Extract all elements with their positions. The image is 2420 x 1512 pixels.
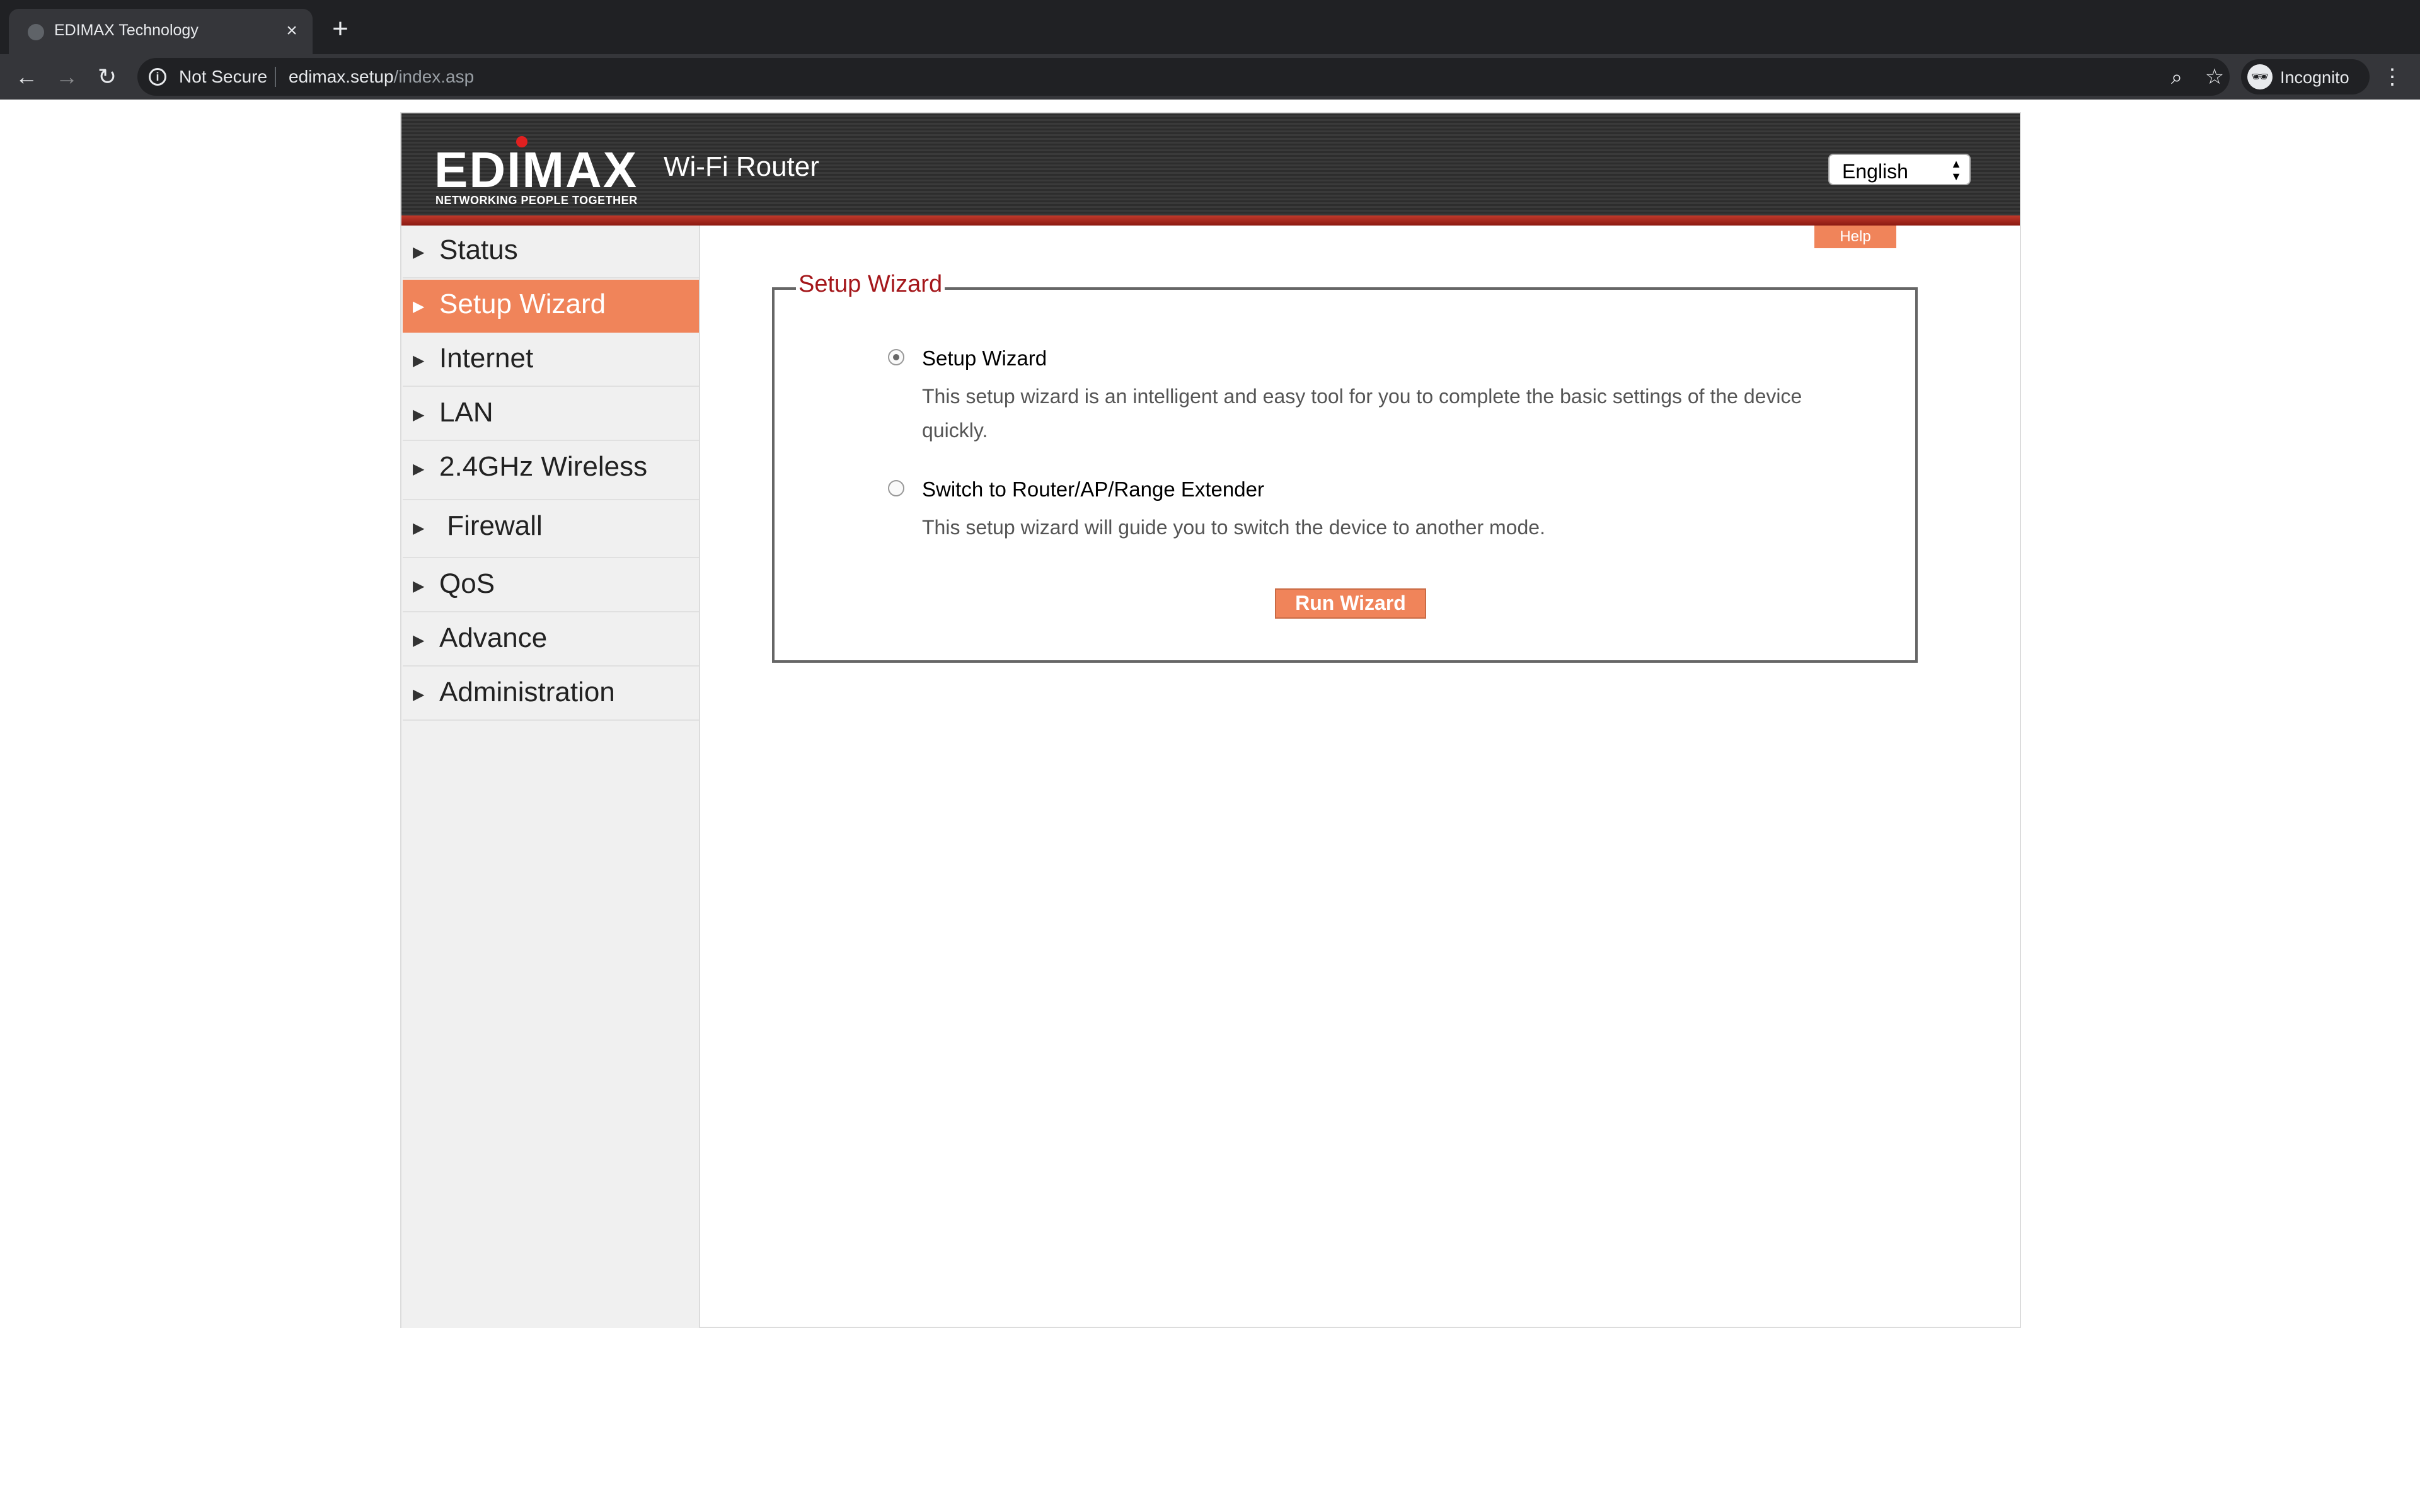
sidebar-item-label: QoS (439, 568, 495, 599)
info-icon[interactable]: i (149, 68, 166, 86)
sidebar-menu: ▶ Status ▶ Setup Wizard ▶ Internet ▶ LAN… (401, 226, 700, 1328)
security-label[interactable]: Not Secure (179, 67, 267, 87)
setup-wizard-fieldset: Setup Wizard Setup Wizard This setup wiz… (772, 271, 1918, 663)
url-path: /index.asp (393, 67, 475, 86)
language-value: English (1842, 160, 1908, 183)
browser-toolbar: ← → ↻ i Not Secure edimax.setup/index.as… (0, 54, 2420, 100)
setup-wizard-radio[interactable] (888, 349, 904, 365)
incognito-profile-button[interactable]: 🕶 Incognito (2241, 59, 2370, 94)
option-title: Switch to Router/AP/Range Extender (922, 478, 1264, 501)
triangle-right-icon: ▶ (413, 520, 425, 537)
sidebar-item-label: 2.4GHz Wireless (439, 451, 648, 482)
header-red-stripe (401, 215, 2020, 226)
option-description: This setup wizard is an intelligent and … (922, 385, 1802, 442)
url-text[interactable]: edimax.setup/index.asp (289, 67, 474, 87)
sidebar-item-label: Internet (439, 343, 534, 374)
sidebar-item-label: Administration (439, 677, 615, 707)
logo-tagline: NETWORKING PEOPLE TOGETHER (435, 194, 638, 207)
triangle-right-icon: ▶ (413, 406, 425, 423)
logo-wordmark: EDIMAX (434, 142, 638, 198)
fieldset-legend: Setup Wizard (796, 271, 945, 298)
incognito-label: Incognito (2280, 68, 2349, 87)
switch-mode-radio[interactable] (888, 480, 904, 496)
sidebar-item-administration[interactable]: ▶ Administration (403, 668, 699, 721)
sidebar-item-label: Advance (439, 622, 548, 653)
tab-title: EDIMAX Technology (54, 21, 199, 39)
sidebar-item-advance[interactable]: ▶ Advance (403, 614, 699, 667)
browser-tab[interactable]: EDIMAX Technology × (9, 9, 313, 54)
sidebar-item-setup-wizard[interactable]: ▶ Setup Wizard (403, 280, 699, 333)
sidebar-item-qos[interactable]: ▶ QoS (403, 559, 699, 612)
product-title: Wi-Fi Router (664, 151, 819, 182)
browser-tabstrip: EDIMAX Technology × + (0, 0, 2420, 54)
forward-arrow-icon[interactable]: → (53, 63, 81, 91)
incognito-icon: 🕶 (2247, 64, 2273, 89)
triangle-right-icon: ▶ (413, 632, 425, 649)
sidebar-item-label: Status (439, 234, 518, 265)
tab-close-icon[interactable]: × (280, 19, 304, 43)
sidebar-item-lan[interactable]: ▶ LAN (403, 388, 699, 441)
sidebar-item-label: LAN (439, 397, 493, 428)
router-page: EDIMAX NETWORKING PEOPLE TOGETHER Wi-Fi … (400, 112, 2021, 1328)
reload-icon[interactable]: ↻ (93, 63, 121, 91)
triangle-right-icon: ▶ (413, 578, 425, 595)
sidebar-item-internet[interactable]: ▶ Internet (403, 334, 699, 387)
browser-menu-icon[interactable]: ⋮ (2380, 63, 2405, 91)
globe-icon (28, 24, 44, 40)
option-title: Setup Wizard (922, 346, 1047, 370)
back-arrow-icon[interactable]: ← (13, 63, 40, 91)
sidebar-item-label: Firewall (439, 510, 543, 541)
router-header: EDIMAX NETWORKING PEOPLE TOGETHER Wi-Fi … (401, 113, 2020, 226)
sidebar-item-status[interactable]: ▶ Status (403, 226, 699, 278)
sidebar-item-wireless[interactable]: ▶ 2.4GHz Wireless (403, 442, 699, 500)
sidebar-item-label: Setup Wizard (439, 289, 606, 319)
triangle-right-icon: ▶ (413, 352, 425, 369)
triangle-right-icon: ▶ (413, 298, 425, 315)
triangle-right-icon: ▶ (413, 686, 425, 703)
new-tab-button[interactable]: + (326, 15, 354, 44)
url-host: edimax.setup (289, 67, 394, 86)
bookmark-star-icon[interactable]: ☆ (2202, 64, 2227, 89)
option-description: This setup wizard will guide you to swit… (922, 516, 1545, 539)
address-divider (275, 67, 276, 87)
language-select[interactable]: English ▲ ▼ (1828, 154, 1971, 185)
run-wizard-button[interactable]: Run Wizard (1275, 588, 1426, 619)
select-arrows-icon: ▲ ▼ (1950, 158, 1962, 183)
help-button[interactable]: Help (1814, 226, 1896, 248)
triangle-right-icon: ▶ (413, 244, 425, 261)
zoom-icon[interactable]: ⌕ (2164, 64, 2189, 89)
edimax-logo: EDIMAX NETWORKING PEOPLE TOGETHER (434, 136, 642, 207)
address-bar[interactable]: i Not Secure edimax.setup/index.asp ⌕ ☆ (137, 58, 2230, 96)
sidebar-item-firewall[interactable]: ▶ Firewall (403, 501, 699, 558)
triangle-right-icon: ▶ (413, 461, 425, 478)
